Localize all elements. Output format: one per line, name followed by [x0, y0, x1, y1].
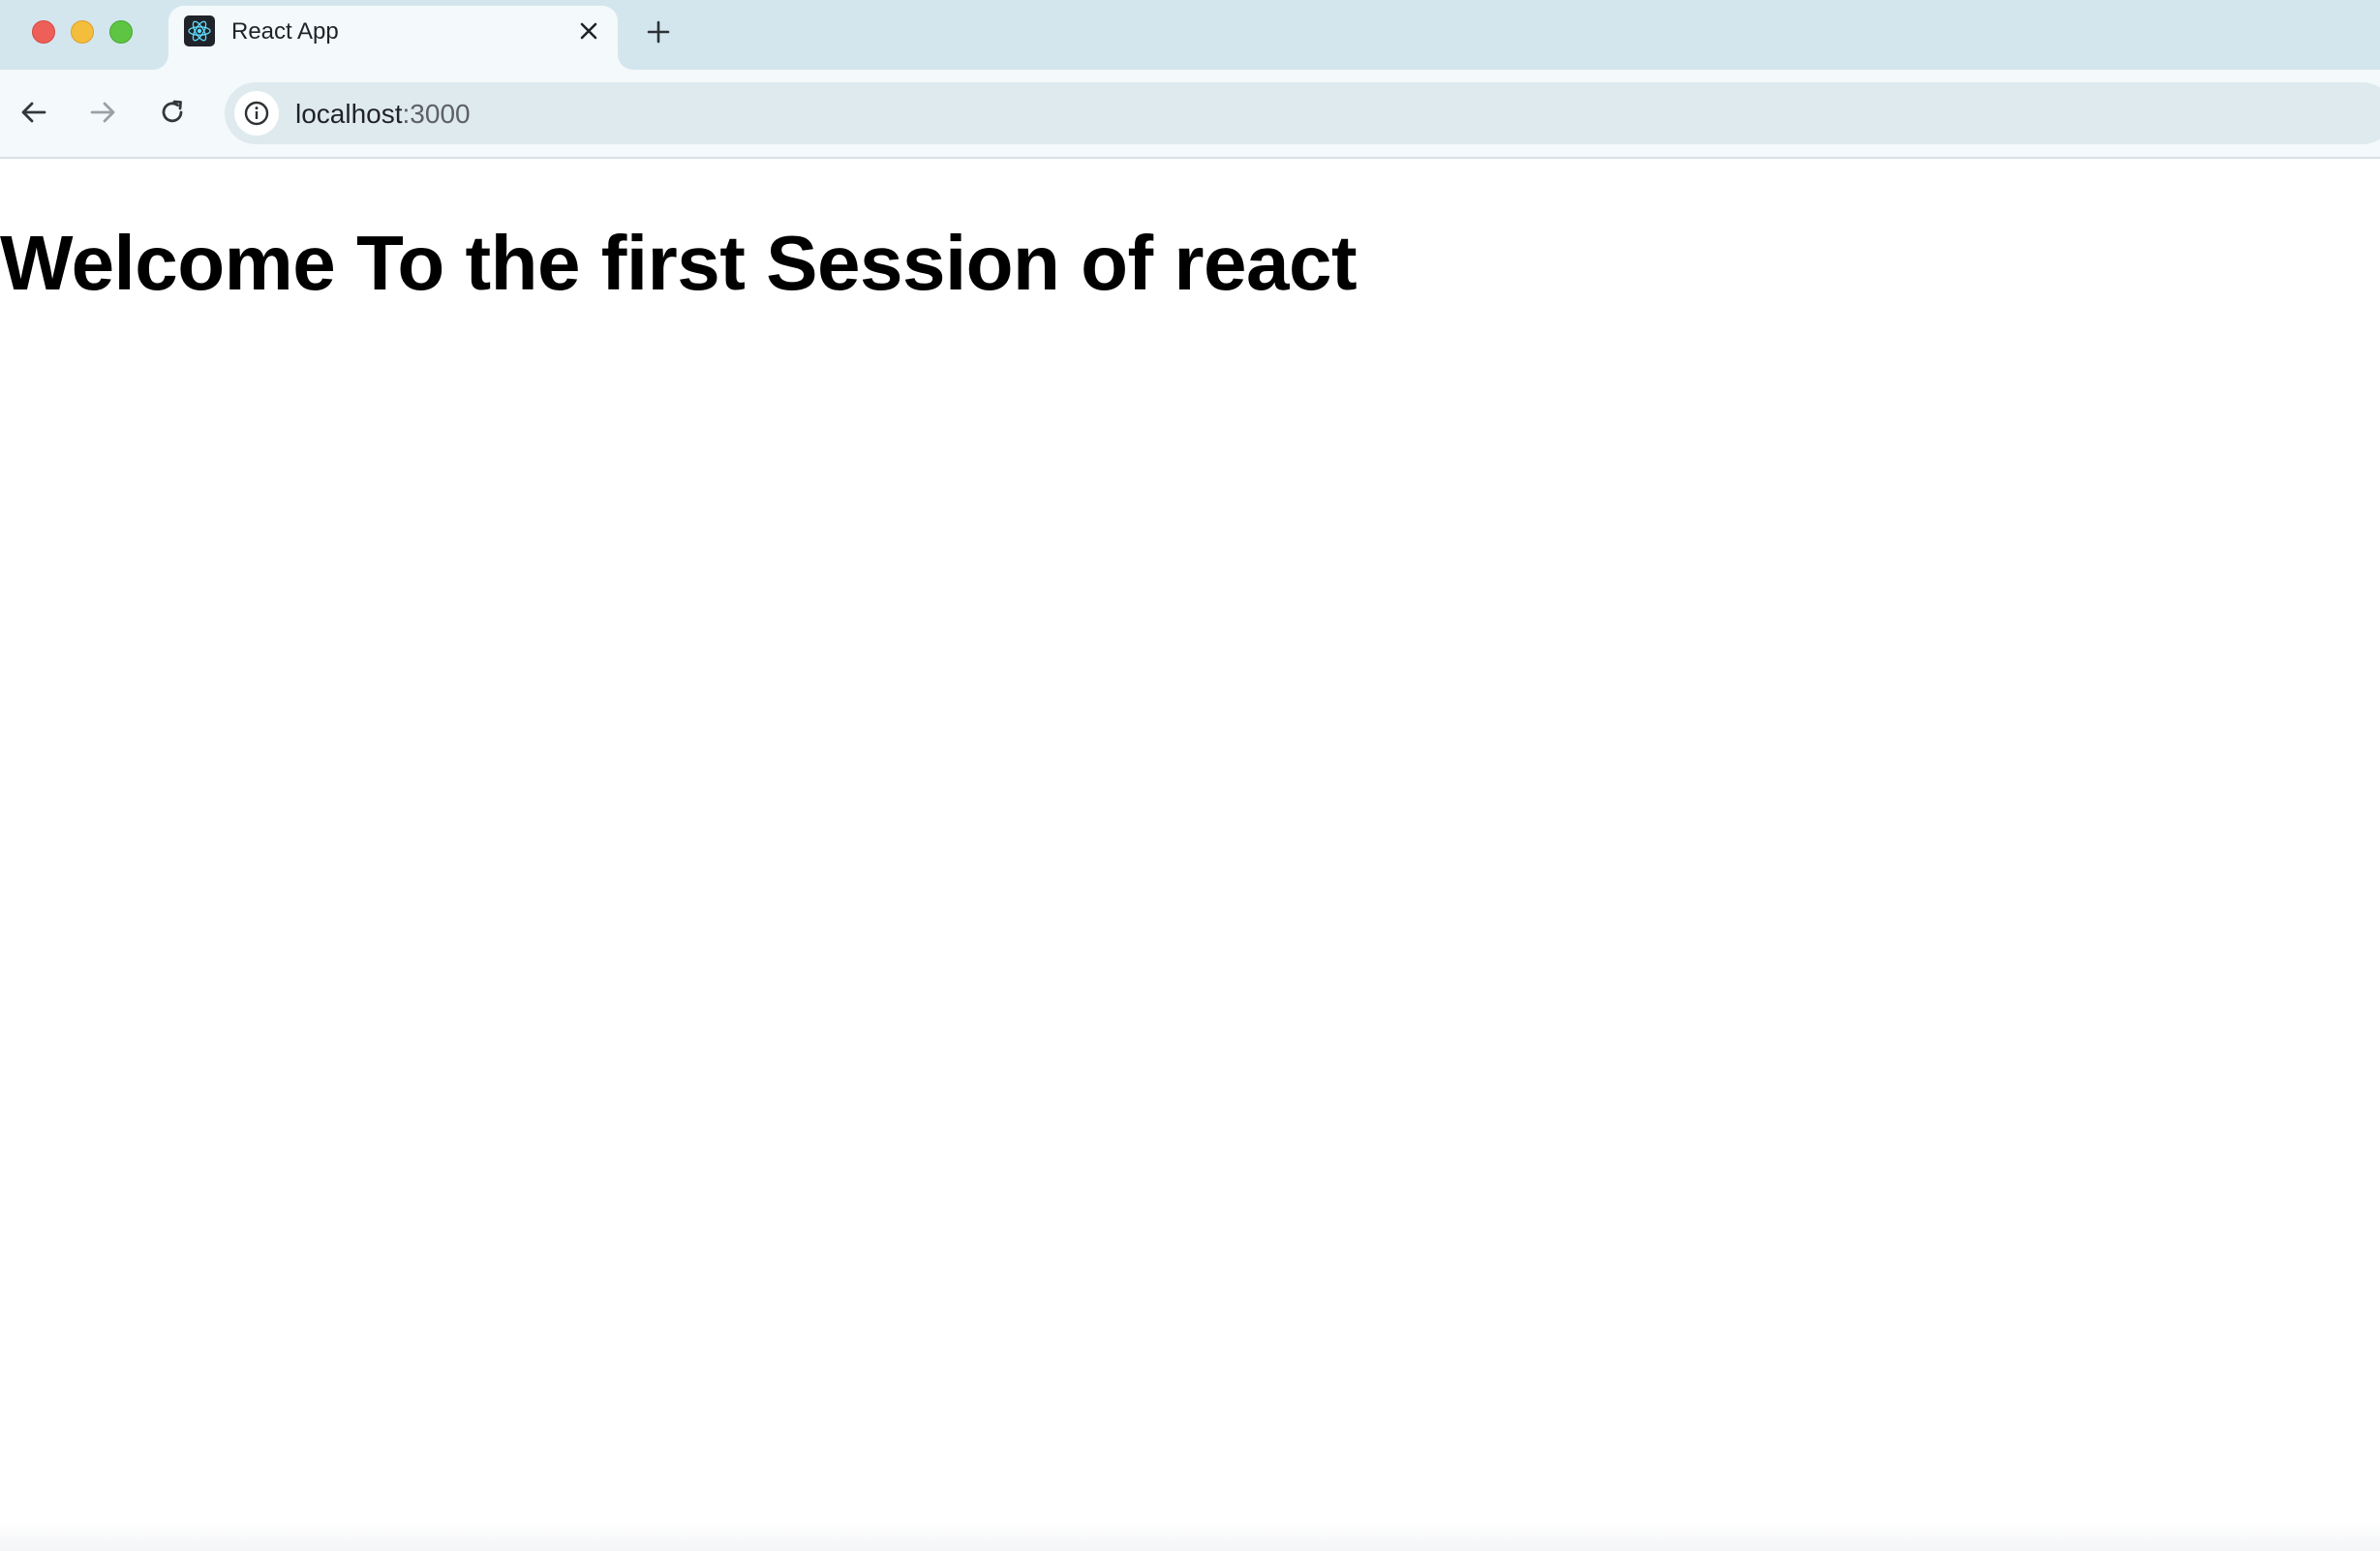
- window-close-button[interactable]: [32, 20, 55, 44]
- arrow-left-icon[interactable]: [15, 93, 53, 132]
- tab-strip: React App: [0, 0, 2380, 70]
- info-icon[interactable]: [234, 91, 279, 136]
- react-logo-icon: [184, 15, 215, 46]
- close-tab-icon[interactable]: [575, 17, 602, 45]
- tab-title: React App: [231, 18, 339, 45]
- url-host: localhost: [295, 99, 403, 129]
- reload-icon[interactable]: [153, 93, 192, 132]
- new-tab-icon[interactable]: [643, 16, 674, 47]
- url-text[interactable]: localhost:3000: [295, 99, 471, 130]
- window-minimize-button[interactable]: [71, 20, 94, 44]
- page-viewport: Welcome To the first Session of react: [0, 159, 2380, 1551]
- tab-react-app[interactable]: React App: [168, 6, 618, 70]
- viewport-bottom-shadow: [0, 1522, 2380, 1551]
- url-port: :3000: [402, 99, 471, 129]
- window-zoom-button[interactable]: [109, 20, 133, 44]
- browser-toolbar: localhost:3000: [0, 70, 2380, 159]
- address-bar[interactable]: localhost:3000: [225, 82, 2380, 144]
- browser-window: React App localhost:3000 Welcome To the …: [0, 0, 2380, 1551]
- page-title: Welcome To the first Session of react: [0, 220, 1358, 306]
- arrow-right-icon[interactable]: [83, 93, 122, 132]
